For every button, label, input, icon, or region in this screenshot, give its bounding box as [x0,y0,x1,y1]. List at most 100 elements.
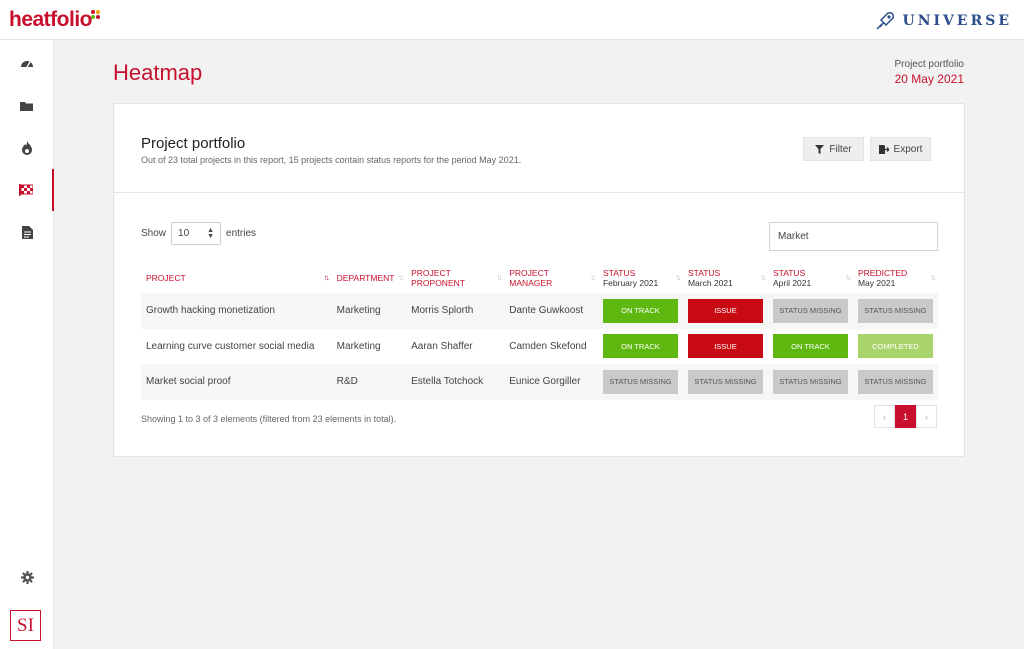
cell-manager: Dante Guwkoost [504,293,598,329]
cell-status: ON TRACK [768,329,853,365]
status-badge[interactable]: STATUS MISSING [857,369,933,394]
status-badge[interactable]: ON TRACK [602,334,678,359]
sort-icon[interactable]: ↑↓ [324,273,330,282]
report-meta: Project portfolio 20 May 2021 [895,59,964,86]
sort-icon[interactable]: ↑↓ [496,273,502,282]
portfolio-card: Project portfolio Out of 23 total projec… [113,103,965,457]
page-title: Heatmap [113,60,203,85]
sort-icon[interactable]: ↑↓ [760,273,766,282]
sort-icon[interactable]: ↑↓ [845,273,851,282]
dashboard-icon [21,61,33,68]
prev-page-button[interactable]: ‹ [874,405,895,428]
column-header[interactable]: PREDICTED May 2021 ↑↓ [853,262,938,293]
table-summary: Showing 1 to 3 of 3 elements (filtered f… [141,414,397,424]
card-title: Project portfolio [141,135,246,152]
column-header[interactable]: PROJECT MANAGER ↑↓ [504,262,598,293]
sidebar-item-heat[interactable] [0,127,54,169]
entries-label: entries [226,228,257,239]
cell-project: Growth hacking monetization [141,293,332,329]
report-date: 20 May 2021 [894,72,964,86]
column-header-title: PREDICTED [857,267,908,278]
column-header-title: STATUS [687,267,721,278]
table-row[interactable]: Growth hacking monetization Marketing Morr… [141,293,938,329]
column-header[interactable]: DEPARTMENT ↑↓ [332,262,406,293]
status-badge[interactable]: ON TRACK [602,298,678,323]
sidebar-item-projects[interactable] [0,85,54,127]
cell-department: Marketing [336,340,381,352]
report-label: Project portfolio [894,59,964,70]
cell-status: ISSUE [683,329,768,365]
search-input[interactable] [769,222,938,251]
sort-icon[interactable]: ↑↓ [675,273,681,282]
sidebar-settings[interactable] [0,556,54,598]
table-row[interactable]: Market social proof R&D Estella Totchock Eu… [141,364,938,400]
cell-proponent: Aaran Shaffer [411,340,473,352]
column-header-period: April 2021 [772,277,812,288]
sort-icon[interactable]: ↑↓ [398,273,404,282]
cell-proponent: Estella Totchock [406,364,505,400]
top-bar: heatfolio UNIVERSE [0,0,1024,40]
export-button[interactable]: Export [870,137,931,161]
column-header[interactable]: STATUS March 2021 ↑↓ [683,262,768,293]
cell-status: STATUS MISSING [597,364,683,400]
column-header[interactable]: STATUS April 2021 ↑↓ [768,262,853,293]
folder-icon [20,102,33,111]
status-badge[interactable]: STATUS MISSING [772,298,848,323]
rocket-icon [876,12,895,30]
column-header[interactable]: STATUS February 2021 ↑↓ [598,262,683,293]
flame-icon [22,141,32,155]
export-label: Export [893,143,923,155]
entries-select[interactable]: 10 ▲ ▼ [171,222,222,245]
cell-status: STATUS MISSING [852,293,938,329]
status-badge[interactable]: ISSUE [687,298,763,323]
column-header-title: STATUS [602,267,636,278]
cell-manager: Camden Skefond [509,340,587,352]
cell-status: ON TRACK [597,293,683,329]
sidebar-item-dashboard[interactable] [0,43,54,85]
column-header[interactable]: PROJECT ↑↓ [141,262,332,293]
cell-project: Learning curve customer social media [146,340,315,352]
sidebar-item-heatmap[interactable] [0,169,54,211]
brand-name: UNIVERSE [902,13,1012,29]
column-header-title: PROJECT [146,272,186,283]
column-header-period: May 2021 [857,277,896,288]
heatmap-table: PROJECT ↑↓ DEPARTMENT ↑↓ PROJECT PROPONENT ↑↓… [141,262,938,400]
cell-status: ON TRACK [598,329,683,365]
sort-icon[interactable]: ↑↓ [930,273,936,282]
cell-proponent: Morris Splorth [406,293,505,329]
sort-icon[interactable]: ↑↓ [590,273,596,282]
table-row[interactable]: Learning curve customer social media Mark… [141,329,938,365]
status-badge[interactable]: ON TRACK [772,334,848,359]
status-badge[interactable]: ISSUE [687,334,763,359]
filter-icon [815,144,825,154]
cell-manager: Eunice Gorgiller [504,364,598,400]
show-label: Show [141,228,167,239]
cell-department: Marketing [331,293,407,329]
status-badge[interactable]: STATUS MISSING [602,369,678,394]
column-header-title: STATUS [772,267,806,278]
column-header-period: February 2021 [602,277,659,288]
filter-button[interactable]: Filter [803,137,864,161]
export-icon [878,144,889,154]
status-badge[interactable]: STATUS MISSING [772,369,848,394]
cell-status: STATUS MISSING [852,364,938,400]
column-header-title: DEPARTMENT [336,272,395,283]
cell-status: STATUS MISSING [682,364,768,400]
heatmap-flag-icon [19,184,33,196]
entries-value: 10 [178,228,190,239]
card-header: Project portfolio Out of 23 total projec… [114,104,964,193]
status-badge[interactable]: STATUS MISSING [857,298,933,323]
sidebar: SI [0,40,54,649]
status-badge[interactable]: STATUS MISSING [687,369,763,394]
sidebar-item-reports[interactable] [0,211,54,253]
status-badge[interactable]: COMPLETED [857,334,933,359]
gear-icon [20,570,34,584]
table-body: Growth hacking monetization Marketing Morr… [141,293,938,400]
cell-status: STATUS MISSING [767,293,853,329]
column-header[interactable]: PROJECT PROPONENT ↑↓ [406,262,504,293]
app-logo[interactable]: heatfolio [9,8,93,32]
next-page-button[interactable]: › [916,405,937,428]
page-button-current[interactable]: 1 [895,405,916,428]
user-avatar[interactable]: SI [10,610,41,641]
document-icon [21,225,33,239]
